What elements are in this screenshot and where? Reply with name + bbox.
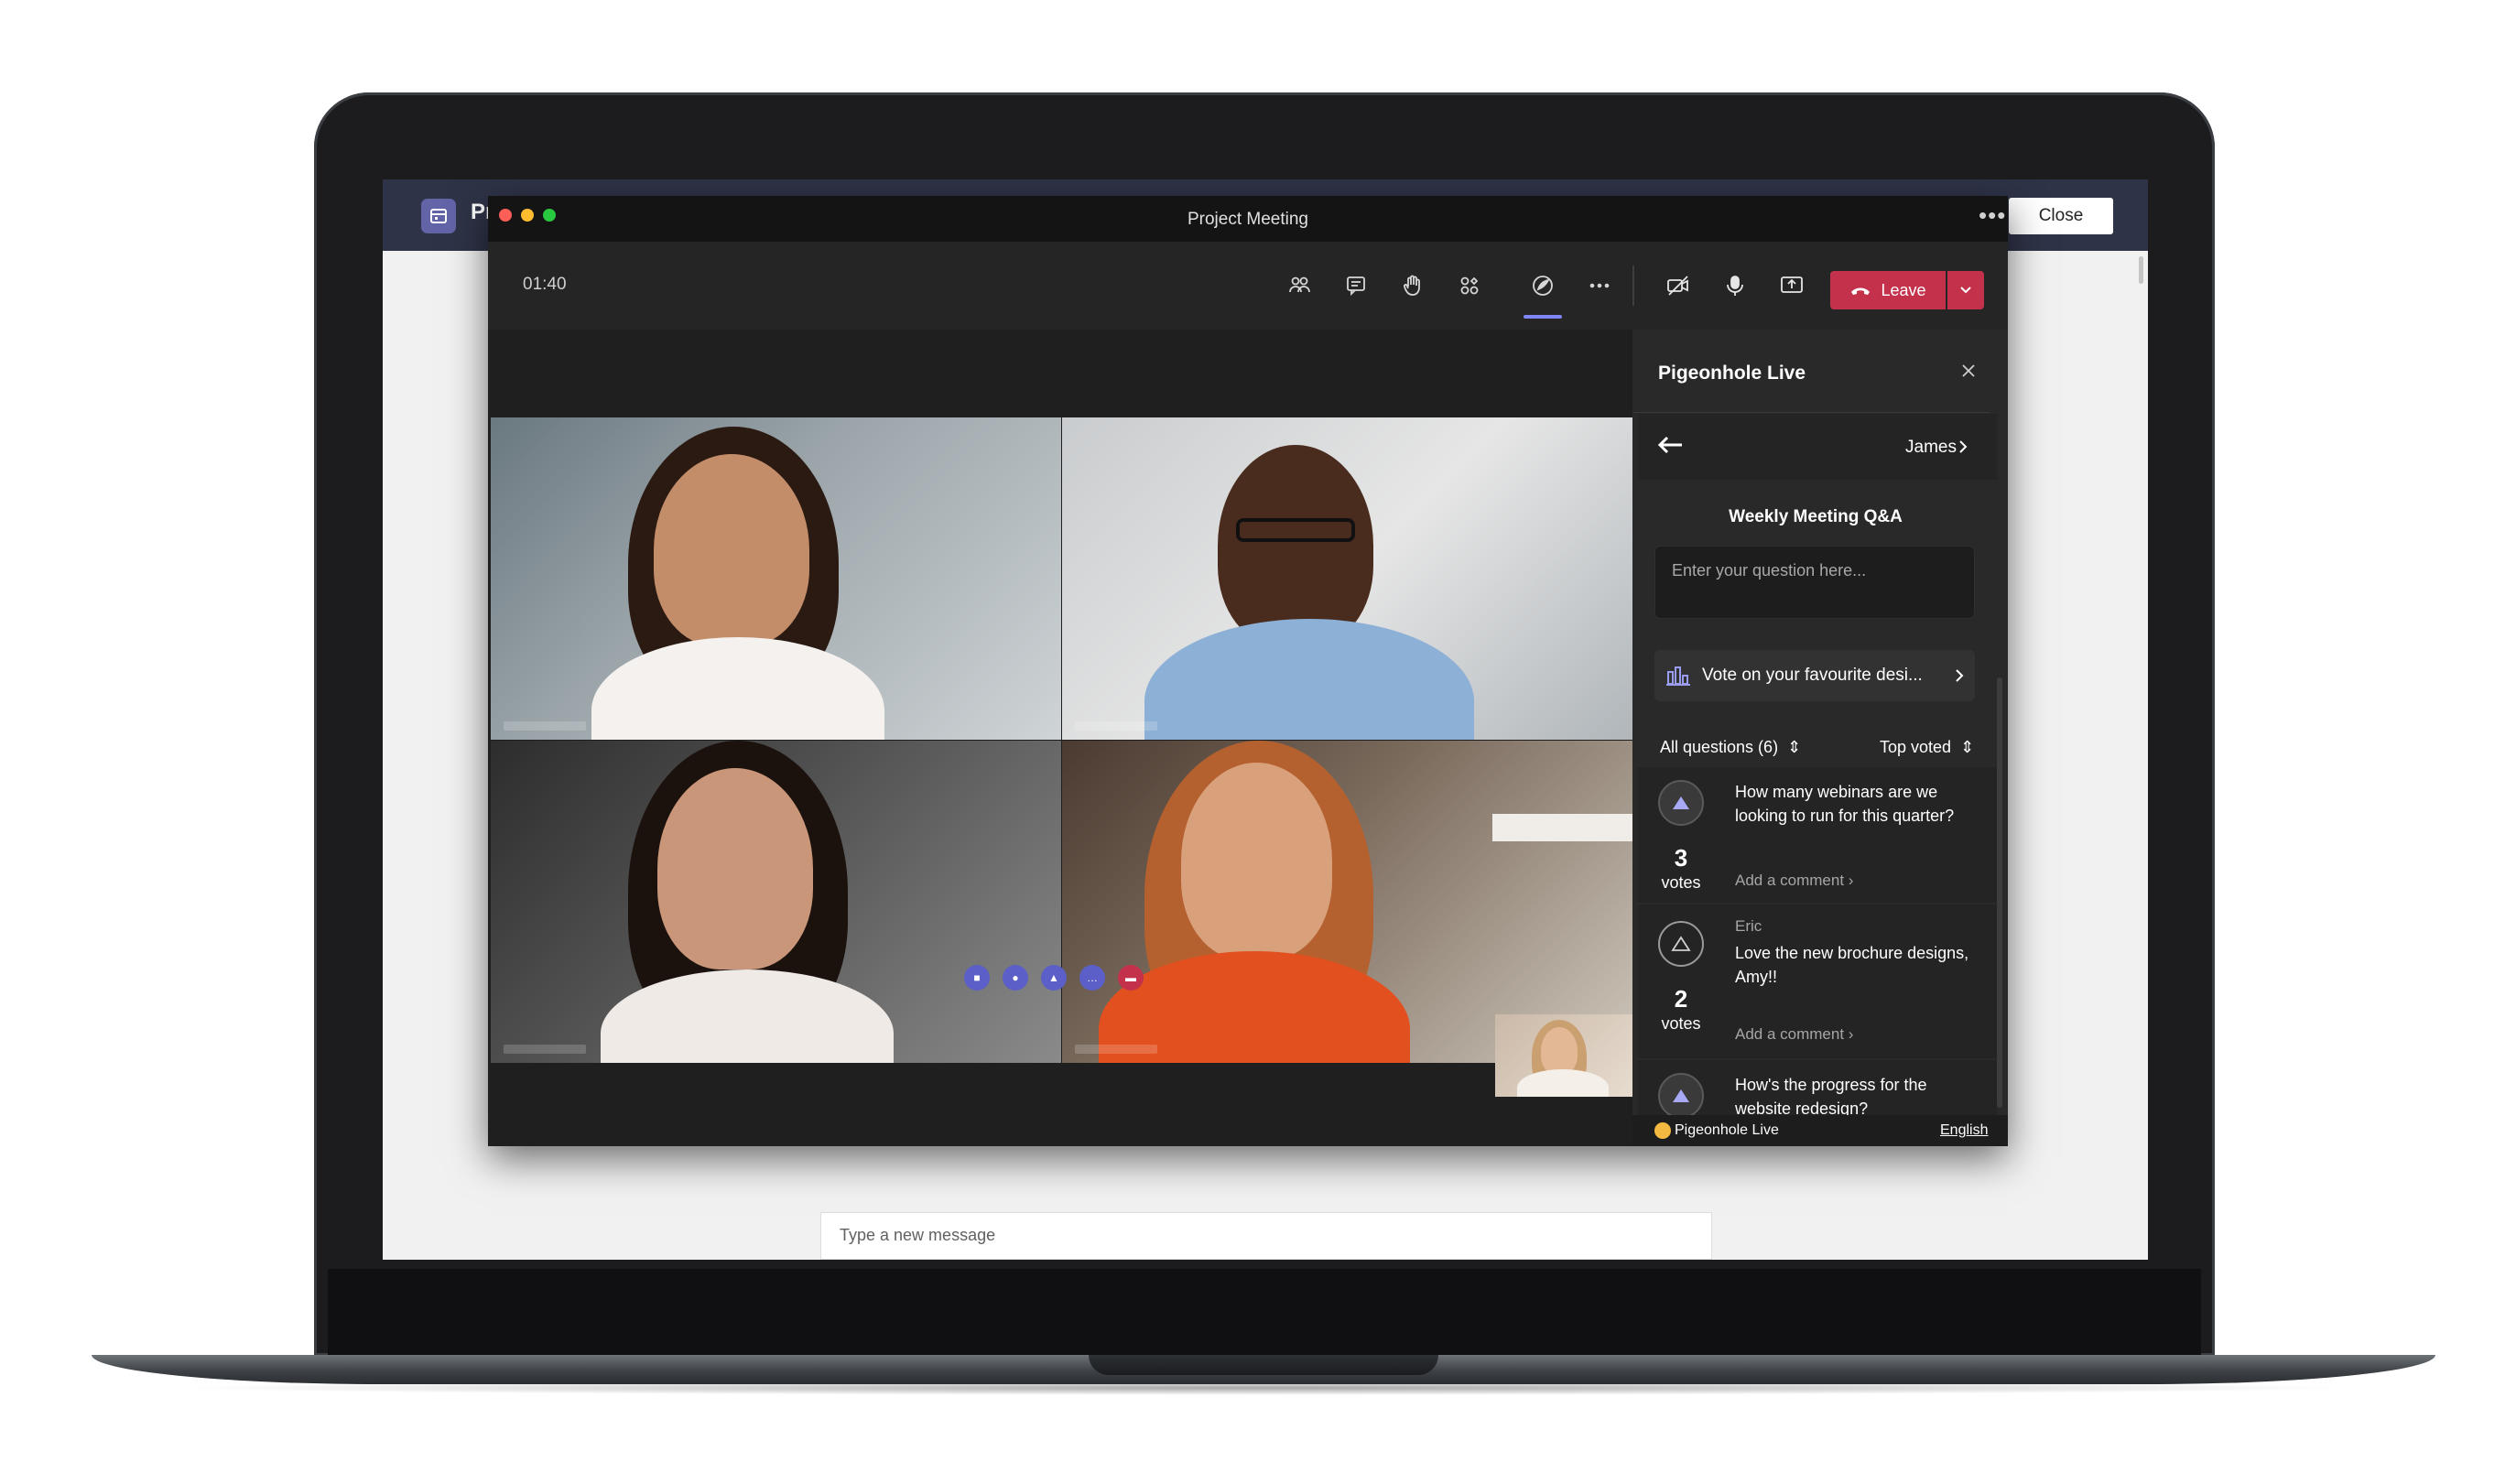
question-filter-dropdown[interactable]: All questions (6) ⇕: [1660, 738, 1801, 757]
raise-hand-icon[interactable]: [1387, 260, 1438, 311]
apps-icon[interactable]: [1444, 260, 1495, 311]
calendar-icon[interactable]: [421, 199, 456, 233]
meeting-window: Project Meeting ••• 01:40 Leave ■ ● ▲ … …: [488, 196, 2008, 1146]
video-tile-2[interactable]: [1062, 417, 1632, 740]
question-input[interactable]: [1654, 546, 1975, 619]
microphone-icon[interactable]: [1709, 260, 1761, 311]
sort-label: Top voted: [1880, 738, 1952, 756]
panel-close-button[interactable]: [1955, 357, 1982, 385]
poll-link[interactable]: Vote on your favourite desi...: [1654, 650, 1975, 701]
question-text: How many webinars are we looking to run …: [1735, 783, 1955, 825]
meeting-toolbar: 01:40 Leave: [488, 242, 2008, 330]
sort-dropdown[interactable]: Top voted ⇕: [1880, 738, 1974, 757]
page-scrollbar[interactable]: [2139, 256, 2143, 284]
chevron-down-icon: [1960, 287, 1971, 294]
camera-off-icon[interactable]: [1653, 260, 1704, 311]
panel-nav-row: James: [1638, 414, 1997, 480]
compose-box[interactable]: Type a new message: [820, 1212, 1712, 1260]
more-actions-icon[interactable]: [1574, 260, 1625, 311]
chat-icon[interactable]: [1330, 260, 1382, 311]
pigeonhole-panel: Pigeonhole Live James Weekly Meeting Q&A…: [1632, 330, 2008, 1146]
pigeonhole-icon[interactable]: [1517, 260, 1568, 311]
self-view-video[interactable]: [1495, 1014, 1632, 1097]
participant-name-tag: [1075, 721, 1157, 731]
language-link[interactable]: English: [1940, 1122, 1988, 1139]
participant-name-tag: [1075, 1045, 1157, 1054]
window-titlebar: Project Meeting •••: [488, 196, 2008, 242]
video-stage: ■ ● ▲ … ▬: [488, 330, 1632, 1146]
upvote-button[interactable]: [1658, 780, 1704, 826]
question-card: 3 votes How many webinars are we looking…: [1638, 767, 1997, 903]
panel-scrollbar[interactable]: [1997, 677, 2002, 1108]
vote-count: 3: [1674, 844, 1688, 872]
mini-more-button[interactable]: …: [1079, 965, 1105, 991]
triangle-up-icon: [1673, 1089, 1689, 1102]
video-tile-3[interactable]: [491, 741, 1061, 1063]
mini-hangup-button[interactable]: ▬: [1118, 965, 1144, 991]
upvote-button[interactable]: [1658, 1073, 1704, 1119]
add-comment-link[interactable]: Add a comment ›: [1735, 1025, 1853, 1044]
panel-divider: [1632, 412, 1990, 413]
window-more-button[interactable]: •••: [1979, 201, 2006, 230]
close-icon: [1962, 364, 1975, 377]
panel-footer: Pigeonhole Live English: [1632, 1115, 2008, 1146]
laptop-screen: Pr Close Type a new message Project Meet…: [383, 179, 2148, 1260]
vote-label: votes: [1661, 873, 1701, 892]
question-card: 2 votes Eric Love the new brochure desig…: [1638, 904, 1997, 1058]
back-arrow-icon[interactable]: [1656, 434, 1684, 460]
upvote-button[interactable]: [1658, 921, 1704, 967]
question-text: Love the new brochure designs, Amy!!: [1735, 944, 1969, 986]
event-title: Weekly Meeting Q&A: [1729, 507, 1903, 526]
share-screen-icon[interactable]: [1766, 260, 1817, 311]
add-comment-label: Add a comment: [1735, 1025, 1845, 1043]
laptop-hinge: [1089, 1355, 1438, 1375]
sort-arrows-icon: ⇕: [1783, 738, 1802, 756]
vote-label: votes: [1661, 1014, 1701, 1033]
leave-options-button[interactable]: [1947, 271, 1984, 309]
question-text: How's the progress for the website redes…: [1735, 1076, 1927, 1118]
phone-hangup-icon: [1851, 287, 1871, 295]
participant-name-tag: [504, 721, 586, 731]
pigeonhole-logo-icon: [1654, 1122, 1671, 1139]
participant-name-tag: [504, 1045, 586, 1054]
filter-label: All questions (6): [1660, 738, 1779, 756]
mini-video-button[interactable]: ■: [964, 965, 990, 991]
compose-placeholder: Type a new message: [840, 1226, 996, 1244]
poll-chart-icon: [1666, 666, 1690, 686]
laptop-bezel: [328, 1269, 2201, 1356]
meeting-timer: 01:40: [523, 275, 567, 294]
active-tab-indicator: [1524, 315, 1562, 319]
mini-mute-button[interactable]: ●: [1003, 965, 1028, 991]
chevron-right-icon: [1958, 439, 1968, 459]
panel-title: Pigeonhole Live: [1658, 363, 1806, 384]
video-tile-1[interactable]: [491, 417, 1061, 740]
add-comment-label: Add a comment: [1735, 872, 1845, 889]
question-author: Eric: [1735, 917, 1762, 935]
user-name-link[interactable]: James: [1905, 438, 1957, 458]
triangle-up-icon: [1673, 796, 1689, 809]
sort-arrows-icon: ⇕: [1956, 738, 1975, 756]
triangle-up-icon: [1671, 936, 1691, 951]
window-title: Project Meeting: [1187, 210, 1308, 229]
chevron-right-icon: [1956, 669, 1964, 682]
add-comment-link[interactable]: Add a comment ›: [1735, 872, 1853, 890]
poll-text: Vote on your favourite desi...: [1702, 666, 1923, 685]
leave-button[interactable]: Leave: [1830, 271, 1946, 309]
mini-share-button[interactable]: ▲: [1041, 965, 1067, 991]
vote-count: 2: [1674, 985, 1688, 1013]
participants-icon[interactable]: [1274, 260, 1325, 311]
leave-label: Leave: [1881, 280, 1926, 299]
close-button[interactable]: Close: [2009, 198, 2113, 234]
footer-brand: Pigeonhole Live: [1675, 1122, 1779, 1138]
toolbar-separator: [1632, 265, 1634, 306]
